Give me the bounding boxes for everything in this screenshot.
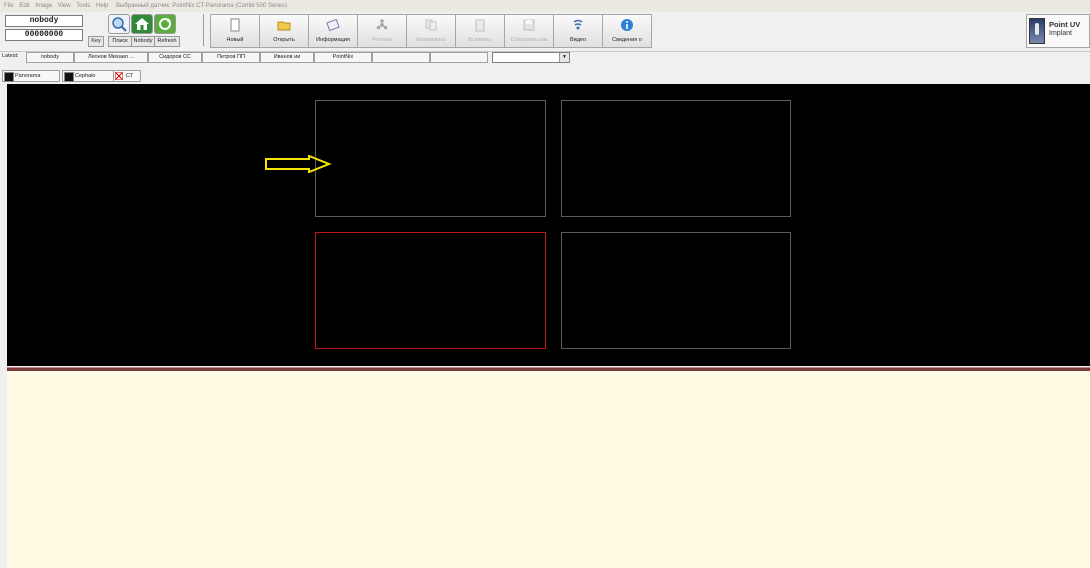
latest-patient-button[interactable]: PointNix	[314, 52, 372, 63]
patient-name-field[interactable]: nobody	[5, 15, 83, 27]
new-document-icon	[230, 18, 240, 32]
image-pane-bottom-right[interactable]	[561, 232, 791, 349]
home-icon	[135, 18, 149, 30]
image-pane-top-right[interactable]	[561, 100, 791, 217]
key-button[interactable]: Key	[88, 36, 104, 47]
about-icon	[621, 19, 633, 31]
new-button-label: Новый	[226, 37, 244, 43]
menu-edit[interactable]: Edit	[19, 3, 29, 9]
copy-icon	[425, 19, 437, 31]
latest-patient-button[interactable]: nobody	[26, 52, 74, 63]
about-button[interactable]: Сведения о	[602, 14, 652, 48]
latest-patient-button[interactable]: Иванов ии	[260, 52, 314, 63]
latest-patients-bar: Latest: nobody Леонов Михаил ... Сидоров…	[0, 52, 1090, 63]
tab-cephalo[interactable]: Cephalo	[62, 70, 116, 82]
bottom-panel	[7, 371, 1090, 568]
latest-patient-button[interactable]: Сидоров СС	[148, 52, 202, 63]
open-button-label: Открыть	[273, 37, 295, 43]
chevron-down-icon[interactable]: ▼	[559, 53, 569, 62]
brand-button[interactable]: Point UV Implant	[1026, 14, 1090, 48]
save-as-button[interactable]: Сохранить как	[504, 14, 554, 48]
brand-title: Point UV	[1049, 20, 1081, 29]
pointer-arrow-icon	[265, 155, 332, 173]
menu-help[interactable]: Help	[96, 3, 108, 9]
latest-patient-button[interactable]	[430, 52, 488, 63]
patient-id-field[interactable]: 00000000	[5, 29, 83, 41]
image-pane-bottom-left[interactable]	[315, 232, 546, 349]
copy-button[interactable]: Копировать	[406, 14, 456, 48]
tab-ct[interactable]: CT	[113, 70, 141, 82]
about-button-label: Сведения о	[612, 37, 642, 43]
video-button[interactable]: Видео	[553, 14, 603, 48]
menu-view[interactable]: View	[58, 3, 71, 9]
latest-patient-button[interactable]: Леонов Михаил ...	[74, 52, 148, 63]
main-toolbar: nobody 00000000 Key Поиск Nobody Refresh…	[0, 12, 1090, 52]
tab-panorama[interactable]: Panorama	[2, 70, 60, 82]
nobody-button[interactable]: Nobody	[131, 36, 155, 47]
open-folder-icon	[277, 21, 291, 31]
sensor-select[interactable]: ▼	[492, 52, 570, 63]
tab-panorama-label: Panorama	[15, 73, 41, 79]
save-as-button-label: Сохранить как	[510, 37, 548, 43]
menu-bar: File Edit Image View Tools Help Выбранны…	[0, 0, 1090, 12]
xray-button-label: Рентген	[371, 37, 393, 43]
patient-box: nobody 00000000	[5, 15, 85, 41]
image-pane-top-left[interactable]	[315, 100, 546, 217]
ct-icon	[115, 72, 123, 80]
open-button[interactable]: Открыть	[259, 14, 309, 48]
paste-button[interactable]: Вставить	[455, 14, 505, 48]
video-button-label: Видео	[569, 37, 587, 43]
new-button[interactable]: Новый	[210, 14, 260, 48]
image-viewer[interactable]	[7, 84, 1090, 366]
search-button[interactable]: Поиск	[108, 36, 132, 47]
latest-label: Latest:	[2, 53, 19, 59]
mode-tabs: Panorama Cephalo CT	[0, 70, 1090, 82]
magnifier-icon	[112, 17, 127, 32]
tab-cephalo-label: Cephalo	[75, 73, 96, 79]
video-icon	[573, 19, 583, 30]
brand-subtitle: Implant	[1049, 30, 1072, 37]
refresh-button-icon[interactable]	[154, 14, 176, 34]
panorama-icon	[4, 72, 14, 82]
copy-button-label: Копировать	[416, 37, 446, 43]
info-button-label: Информация	[316, 37, 350, 43]
latest-patient-button[interactable]: Петров ПП	[202, 52, 260, 63]
toolbar-separator	[203, 14, 204, 46]
refresh-icon	[159, 18, 171, 30]
save-icon	[523, 19, 535, 31]
info-button[interactable]: Информация	[308, 14, 358, 48]
menu-tools[interactable]: Tools	[76, 3, 90, 9]
paste-button-label: Вставить	[468, 37, 492, 43]
cephalo-icon	[64, 72, 74, 82]
sensor-status-text: Выбранный датчик: PointNix CT-Panorama (…	[116, 3, 287, 9]
implant-logo-icon	[1029, 18, 1045, 44]
menu-file[interactable]: File	[4, 3, 14, 9]
xray-button[interactable]: Рентген	[357, 14, 407, 48]
tab-ct-label: CT	[126, 73, 134, 79]
info-card-icon	[326, 18, 340, 32]
home-button-icon[interactable]	[131, 14, 153, 34]
paste-icon	[475, 19, 485, 32]
latest-patient-button[interactable]	[372, 52, 430, 63]
menu-image[interactable]: Image	[35, 3, 52, 9]
search-button-icon[interactable]	[108, 14, 130, 34]
refresh-button[interactable]: Refresh	[154, 36, 180, 47]
xray-radiation-icon	[376, 19, 388, 30]
